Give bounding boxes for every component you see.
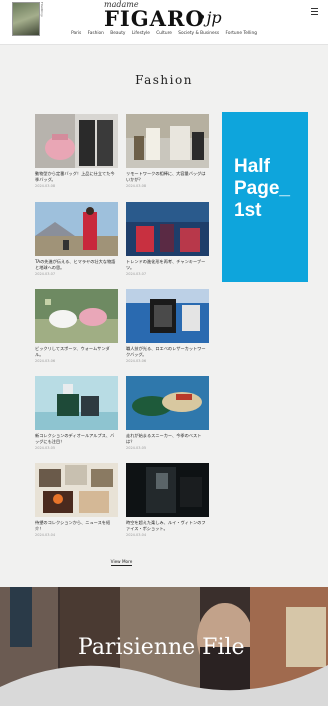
article-image[interactable] [35,463,118,517]
article-card[interactable]: 動物型から定番バッグ！上品に仕立てた今季バッグ。 2024.03.08 [35,114,118,188]
article-card[interactable]: トレンドの進化形を再考、チャンキーブーツ。 2024.03.07 [126,202,209,276]
article-image[interactable] [126,463,209,517]
article-date: 2024.03.07 [126,272,147,276]
article-date: 2024.03.07 [35,272,56,276]
site-header: FIGARO.jp madame FIGARO •jp Paris Fashio… [0,0,328,45]
article-card[interactable]: ビックリしてスポーツ、ウォームサンダル。 2024.03.06 [35,289,118,363]
article-image[interactable] [35,202,118,256]
article-card[interactable]: TAの先進が伝える、ヒマラヤの壮大な物語と地球への思。 2024.03.07 [35,202,118,276]
article-card[interactable]: 新コレクションのディオールアルプス、バッグにも注目！ 2024.03.05 [35,376,118,450]
article-card[interactable]: 職人技が光る、ロエベのレザーカットワークバッグ。 2024.03.06 [126,289,209,363]
article-caption[interactable]: リモートワークの相棒に、大容量バッグはいかが？ [126,171,209,183]
article-card[interactable]: リモートワークの相棒に、大容量バッグはいかが？ 2024.03.08 [126,114,209,188]
view-more-link[interactable]: View More [0,559,243,566]
article-image[interactable] [126,289,209,343]
article-date: 2024.03.06 [126,359,147,363]
article-image[interactable] [35,289,118,343]
main-nav: Paris Fashion Beauty Lifestyle Culture S… [0,31,328,36]
article-card[interactable]: 時空を超えた楽しみ、ルイ・ヴィトンのファイス・ポショット。 2024.03.04 [126,463,209,537]
article-card[interactable]: 走れが始まるスニーカー、今季のベストは？ 2024.03.05 [126,376,209,450]
banner-title: Parisienne File [78,635,245,660]
logo-suffix: •jp [197,8,222,27]
article-date: 2024.03.08 [126,184,147,188]
article-image[interactable] [126,376,209,430]
article-caption[interactable]: 動物型から定番バッグ！上品に仕立てた今季バッグ。 [35,171,118,183]
ad-label: Half Page_ 1st [234,156,290,221]
article-date: 2024.03.04 [35,533,56,537]
article-image[interactable] [35,114,118,168]
article-date: 2024.03.05 [126,446,147,450]
article-date: 2024.03.06 [35,359,56,363]
article-caption[interactable]: 時空を超えた楽しみ、ルイ・ヴィトンのファイス・ポショット。 [126,520,209,532]
nav-item-society-business[interactable]: Society & Business [178,31,219,36]
article-card[interactable]: 待望のコレクションから、ニュースを紹介！ 2024.03.04 [35,463,118,537]
nav-item-fashion[interactable]: Fashion [88,31,104,36]
article-image[interactable] [35,376,118,430]
article-caption[interactable]: トレンドの進化形を再考、チャンキーブーツ。 [126,259,209,271]
article-caption[interactable]: ビックリしてスポーツ、ウォームサンダル。 [35,346,118,358]
article-date: 2024.03.04 [126,533,147,537]
article-image[interactable] [126,202,209,256]
article-caption[interactable]: 職人技が光る、ロエベのレザーカットワークバッグ。 [126,346,209,358]
article-date: 2024.03.08 [35,184,56,188]
parisienne-file-banner[interactable]: Parisienne File [0,587,328,706]
side-logo-text: FIGARO.jp [40,2,44,18]
article-caption[interactable]: 走れが始まるスニーカー、今季のベストは？ [126,433,209,445]
site-logo[interactable]: FIGARO [104,6,205,31]
view-more-label[interactable]: View More [110,559,133,566]
nav-item-culture[interactable]: Culture [156,31,172,36]
half-page-ad[interactable]: Half Page_ 1st [222,112,308,282]
article-date: 2024.03.05 [35,446,56,450]
nav-item-beauty[interactable]: Beauty [110,31,125,36]
article-caption[interactable]: 待望のコレクションから、ニュースを紹介！ [35,520,118,532]
article-caption[interactable]: 新コレクションのディオールアルプス、バッグにも注目！ [35,433,118,445]
section-title: Fashion [135,73,193,87]
hamburger-menu-icon[interactable] [311,8,318,15]
article-caption[interactable]: TAの先進が伝える、ヒマラヤの壮大な物語と地球への思。 [35,259,118,271]
nav-item-lifestyle[interactable]: Lifestyle [132,31,150,36]
nav-item-paris[interactable]: Paris [71,31,81,36]
nav-item-fortune-telling[interactable]: Fortune Telling [226,31,257,36]
article-image[interactable] [126,114,209,168]
